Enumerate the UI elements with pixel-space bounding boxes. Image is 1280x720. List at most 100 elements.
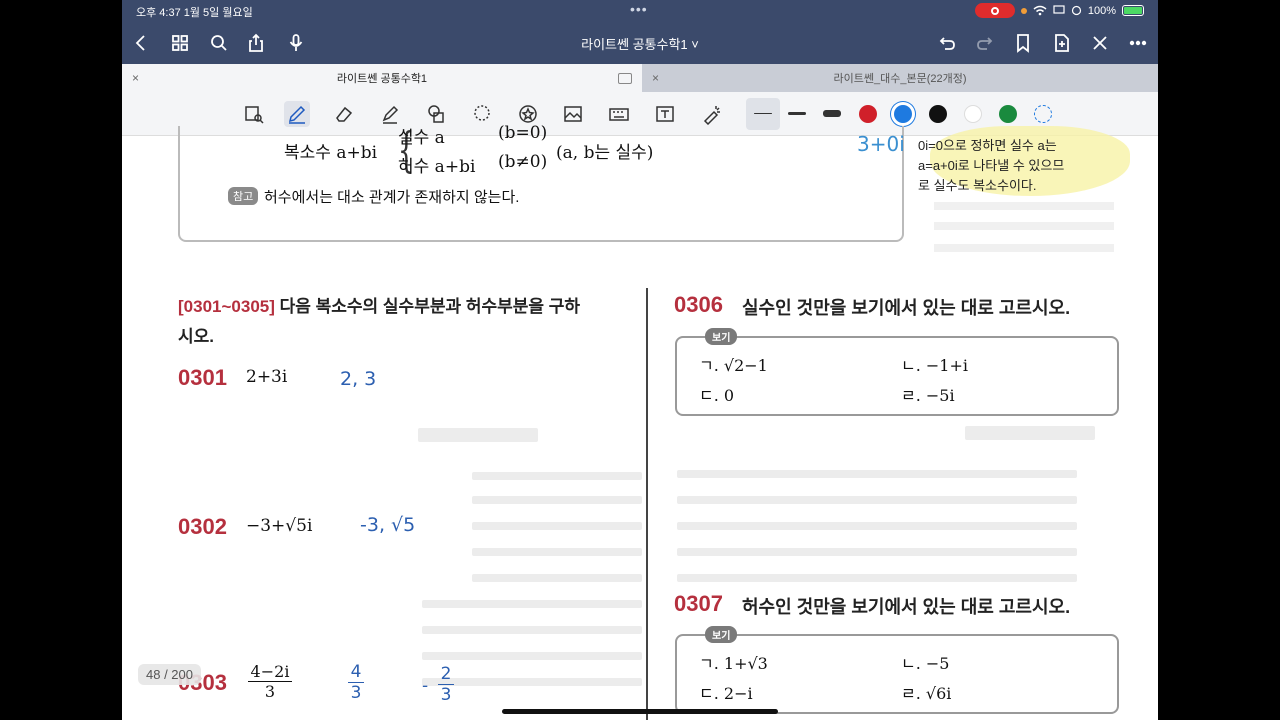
screen-recording-icon[interactable] <box>974 3 1015 18</box>
faint-text <box>472 548 642 556</box>
choice-item[interactable]: ㄴ. −1+i <box>901 352 968 376</box>
side-note-line: a=a+0i로 나타낼 수 있으므 <box>918 158 1065 173</box>
choice-item[interactable]: ㄴ. −5 <box>901 650 949 674</box>
fraction-denominator: 3 <box>264 682 276 701</box>
column-divider <box>646 288 648 720</box>
problem-expression: −3+√5i <box>246 516 313 536</box>
fraction-numerator: 4−2i <box>248 662 292 682</box>
faint-text <box>934 202 1114 210</box>
faint-text <box>965 426 1095 440</box>
add-color-icon[interactable] <box>1034 105 1052 123</box>
color-swatch-green[interactable] <box>999 105 1017 123</box>
stroke-width-thin[interactable] <box>754 113 772 114</box>
tab-label: 라이트쎈_대수_본문(22개정) <box>833 73 967 85</box>
choices-label: 보기 <box>705 328 738 345</box>
keyboard-icon[interactable] <box>606 101 632 127</box>
page-indicator[interactable]: 48 / 200 <box>138 664 201 685</box>
choice-item[interactable]: ㄷ. 0 <box>699 382 734 406</box>
faint-text <box>422 652 642 660</box>
problem-range: [0301~0305] <box>178 297 275 316</box>
tab-document-1[interactable]: × 라이트쎈 공통수학1 <box>122 64 642 92</box>
lasso-zoom-icon[interactable] <box>241 101 267 127</box>
tab-bar: × 라이트쎈 공통수학1 × 라이트쎈_대수_본문(22개정) <box>122 64 1158 92</box>
problem-number: 0306 <box>674 292 723 317</box>
status-indicators: 100% <box>974 3 1144 18</box>
color-swatch-red[interactable] <box>859 105 877 123</box>
tab-close-icon[interactable]: × <box>132 71 139 85</box>
side-note-line: 로 실수도 복소수이다. <box>918 178 1037 193</box>
choice-item[interactable]: ㄱ. √2−1 <box>699 352 768 376</box>
problem-text: 실수인 것만을 보기에서 있는 대로 고르시오. <box>742 298 1071 318</box>
bookmark-icon[interactable] <box>1010 30 1036 56</box>
text-box-icon[interactable] <box>652 101 678 127</box>
faint-text <box>472 472 642 480</box>
close-icon[interactable] <box>1087 30 1113 56</box>
instruction-text-2: 시오. <box>178 327 215 346</box>
definition-box: 복소수 a+bi { 실수 a (b=0) 허수 a+bi (b≠0) (a, … <box>178 122 904 242</box>
redo-icon[interactable] <box>972 30 998 56</box>
handwritten-answer: -3, √5 <box>360 514 416 536</box>
split-view-icon[interactable] <box>618 72 632 84</box>
airplay-icon <box>1053 5 1065 14</box>
faint-text <box>422 678 642 686</box>
problem-number: 0302 <box>178 514 227 539</box>
choice-item[interactable]: ㄷ. 2−i <box>699 680 753 704</box>
choice-item[interactable]: ㄹ. √6i <box>901 680 951 704</box>
faint-text <box>422 626 642 634</box>
problem-fraction: 4−2i 3 <box>248 662 292 701</box>
stroke-width-medium[interactable] <box>788 112 806 115</box>
instruction: [0301~0305] 다음 복소수의 실수부분과 허수부분을 구하 <box>178 292 580 317</box>
instruction-text: 다음 복소수의 실수부분과 허수부분을 구하 <box>279 297 581 316</box>
wifi-icon <box>1033 5 1047 16</box>
complex-number-label: 복소수 a+bi <box>284 143 378 163</box>
faint-text <box>677 574 1077 582</box>
imag-row: 허수 a+bi <box>398 157 476 177</box>
image-insert-icon[interactable] <box>560 101 586 127</box>
side-note-line: 0i=0으로 정하면 실수 a는 <box>918 138 1057 153</box>
undo-icon[interactable] <box>934 30 960 56</box>
document-title[interactable]: 라이트쎈 공통수학1 ˅ <box>122 34 1158 53</box>
faint-text <box>472 574 642 582</box>
ab-real-note: (a, b는 실수) <box>556 143 654 163</box>
faint-text <box>934 222 1114 230</box>
faint-text <box>418 428 538 442</box>
answer-denominator: 3 <box>350 683 362 703</box>
lock-rotation-icon <box>1071 5 1081 16</box>
nav-bar: 라이트쎈 공통수학1 ˅ <box>122 22 1158 64</box>
color-swatch-black[interactable] <box>929 105 947 123</box>
tab-close-icon[interactable]: × <box>652 71 659 85</box>
status-bar: 오후 4:37 1월 5일 월요일 ••• 100% <box>122 0 1158 22</box>
pen-tool-icon[interactable] <box>284 101 310 127</box>
answer-denominator: 3 <box>440 685 452 705</box>
margin-handwriting: 3+0i <box>857 132 905 156</box>
more-options-icon[interactable] <box>1125 30 1151 56</box>
eraser-tool-icon[interactable] <box>331 101 357 127</box>
choices-label: 보기 <box>705 626 738 643</box>
faint-text <box>677 470 1077 478</box>
answer-numerator: 4 <box>348 662 364 683</box>
multitask-dots-icon[interactable]: ••• <box>630 1 648 17</box>
imag-condition: (b≠0) <box>498 152 548 172</box>
faint-text <box>677 548 1077 556</box>
tab-document-2[interactable]: × 라이트쎈_대수_본문(22개정) <box>642 64 1158 92</box>
tab-label: 라이트쎈 공통수학1 <box>336 73 428 85</box>
handwritten-answer-2: 2 3 <box>438 664 454 705</box>
faint-text <box>934 244 1114 252</box>
color-swatch-blue-selected[interactable] <box>894 105 912 123</box>
real-row: 실수 a <box>398 128 445 148</box>
choice-item[interactable]: ㄱ. 1+√3 <box>699 650 768 674</box>
faint-text <box>472 522 642 530</box>
document-page[interactable]: 복소수 a+bi { 실수 a (b=0) 허수 a+bi (b≠0) (a, … <box>122 122 1158 720</box>
add-page-icon[interactable] <box>1049 30 1075 56</box>
choice-item[interactable]: ㄹ. −5i <box>901 382 955 406</box>
faint-text <box>677 522 1077 530</box>
problem-number: 0301 <box>178 365 227 390</box>
lasso-select-icon[interactable] <box>469 101 495 127</box>
stroke-width-thick[interactable] <box>823 110 841 117</box>
home-indicator[interactable] <box>502 709 778 714</box>
laser-pointer-icon[interactable] <box>698 101 724 127</box>
choices-box: 보기 ㄱ. 1+√3 ㄴ. −5 ㄷ. 2−i ㄹ. √6i <box>675 626 1119 714</box>
faint-text <box>422 600 642 608</box>
color-swatch-white[interactable] <box>964 105 982 123</box>
faint-text <box>677 496 1077 504</box>
